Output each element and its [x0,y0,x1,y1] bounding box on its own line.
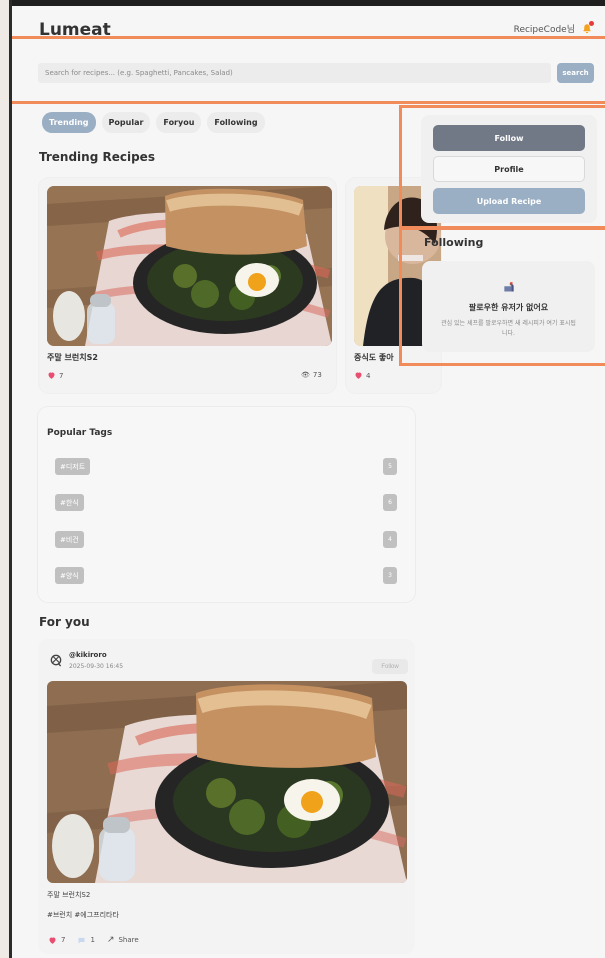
recipe-views: 👁 73 [301,371,322,379]
like-count: 7 [59,371,64,380]
tag-count: 3 [383,567,397,584]
notification-dot [589,20,594,26]
post-comment[interactable]: 1 [77,936,95,945]
tag-count: 6 [383,494,397,511]
avatar-icon[interactable] [48,652,64,668]
post-image[interactable] [47,681,407,883]
recipe-likes[interactable]: 7 [47,371,63,380]
popular-tags-card: Popular Tags #디저트 5 #한식 6 #비건 4 #양식 3 [38,407,415,602]
following-empty-state: 팔로우한 유저가 없어요 관심 있는 셰프를 팔로우하면 새 레시피가 여기 표… [422,261,595,352]
popular-tags-title: Popular Tags [47,428,113,438]
profile-button[interactable]: Profile [433,156,585,182]
recipe-title[interactable]: 중식도 좋아 [354,352,394,363]
user-area[interactable]: RecipeCode님 [514,20,594,35]
trending-title: Trending Recipes [39,150,155,164]
username[interactable]: RecipeCode님 [514,22,575,35]
for-you-post: @kikiroro 2025-09-30 16:45 Follow 주말 브런치… [38,639,415,954]
tab-trending[interactable]: Trending [42,112,96,133]
post-tags[interactable]: #브런치 #에그프리타타 [47,910,119,920]
trending-card-1[interactable]: 주말 브런치S2 7 👁 73 [39,178,336,393]
tag-row[interactable]: #양식 3 [55,567,397,584]
comment-icon [78,937,85,943]
for-you-title: For you [39,615,90,629]
post-date: 2025-09-30 16:45 [69,663,124,670]
tag-pill[interactable]: #디저트 [55,458,91,475]
tag-pill[interactable]: #양식 [55,567,84,584]
tag-pill[interactable]: #한식 [55,494,84,511]
post-title[interactable]: 주말 브런치S2 [47,890,90,900]
view-count: 73 [312,371,322,379]
tag-count: 4 [383,531,397,548]
recipe-title[interactable]: 주말 브런치S2 [47,352,98,363]
share-label: Share [118,936,139,944]
upload-recipe-button[interactable]: Upload Recipe [433,188,585,214]
following-title: Following [424,236,484,249]
heart-icon [48,372,55,379]
share-icon: ↗ [106,935,115,945]
notification-bell-icon[interactable] [581,20,594,35]
heart-icon [355,372,362,379]
tag-row[interactable]: #디저트 5 [55,458,397,475]
main-page: Lumeat RecipeCode님 search Trending Popul… [12,6,605,958]
post-follow-button[interactable]: Follow [372,659,408,674]
tab-following[interactable]: Following [207,112,265,133]
search-bar: search [38,63,594,83]
tag-row[interactable]: #한식 6 [55,494,397,511]
post-share[interactable]: ↗ Share [107,935,139,945]
brunch-image[interactable] [47,186,332,346]
search-input[interactable] [38,63,551,83]
empty-description: 관심 있는 셰프를 팔로우하면 새 레시피가 여기 표시됩니다. [441,320,576,337]
search-button[interactable]: search [557,63,594,83]
left-background-strip [0,0,12,958]
post-comment-count: 1 [90,936,95,944]
tag-pill[interactable]: #비건 [55,531,84,548]
tab-foryou[interactable]: Foryou [156,112,202,133]
post-header: @kikiroro 2025-09-30 16:45 Follow [48,651,408,676]
eye-icon: 👁 [301,371,310,379]
tag-count: 5 [383,458,397,475]
recipe-likes[interactable]: 4 [354,371,370,380]
post-like-count: 7 [61,936,66,944]
feed-tabs: Trending Popular Foryou Following [42,112,265,133]
app-logo[interactable]: Lumeat [39,20,111,40]
like-count: 4 [366,371,371,380]
post-username[interactable]: @kikiroro [69,651,107,659]
mailbox-icon [503,282,514,292]
profile-action-card: Follow Profile Upload Recipe [421,115,597,223]
follow-button[interactable]: Follow [433,125,585,151]
post-actions: 7 1 ↗ Share [48,935,139,945]
tag-row[interactable]: #비건 4 [55,531,397,548]
tab-popular[interactable]: Popular [101,112,151,133]
empty-title: 팔로우한 유저가 없어요 [468,303,549,312]
heart-icon [49,937,56,944]
post-like[interactable]: 7 [48,936,65,945]
